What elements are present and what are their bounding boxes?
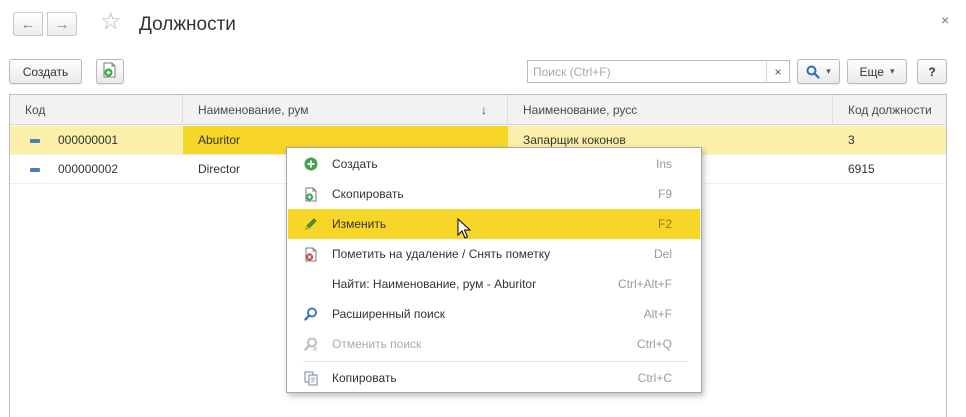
cell-code: 000000002 (58, 162, 119, 176)
menu-separator (303, 361, 687, 362)
menu-item-copy[interactable]: Копировать Ctrl+C (288, 363, 700, 393)
context-menu: Создать Ins Скопировать F9 Изменить F2 П… (286, 147, 702, 393)
advanced-search-icon (304, 307, 318, 321)
chevron-down-icon: ▾ (826, 66, 831, 76)
row-item-icon (30, 139, 40, 143)
column-header-code[interactable]: Код (10, 95, 183, 125)
page-title: Должности (139, 14, 236, 35)
menu-item-mark-delete[interactable]: Пометить на удаление / Снять пометку Del (288, 239, 700, 269)
cell-position-code: 3 (848, 133, 855, 147)
cell-position-code: 6915 (848, 162, 875, 176)
cell-code: 000000001 (58, 133, 119, 147)
row-item-icon (30, 168, 40, 172)
menu-item-advanced-search[interactable]: Расширенный поиск Alt+F (288, 299, 700, 329)
menu-item-cancel-search[interactable]: Отменить поиск Ctrl+Q (288, 329, 700, 359)
clear-icon: × (774, 64, 782, 79)
create-button-label: Создать (22, 64, 69, 79)
add-icon (304, 157, 318, 171)
mouse-cursor-icon (457, 218, 471, 239)
sort-descending-icon: ↓ (481, 103, 487, 117)
mark-delete-icon (304, 247, 318, 261)
search-button[interactable]: ▾ (797, 59, 840, 84)
menu-item-duplicate[interactable]: Скопировать F9 (288, 179, 700, 209)
menu-item-create[interactable]: Создать Ins (288, 149, 700, 179)
more-button-label: Еще (859, 64, 884, 79)
help-button[interactable]: ? (917, 59, 947, 84)
menu-item-find-by-value[interactable]: Найти: Наименование, рум - Aburitor Ctrl… (288, 269, 700, 299)
create-button[interactable]: Создать (9, 59, 82, 84)
search-clear-button[interactable]: × (766, 61, 789, 82)
chevron-down-icon: ▾ (889, 66, 895, 76)
document-add-icon (103, 62, 117, 81)
clipboard-copy-icon (304, 371, 318, 385)
search-icon (806, 65, 820, 79)
column-header-position-code[interactable]: Код должности (833, 95, 946, 125)
search-input[interactable] (528, 61, 766, 82)
menu-item-edit[interactable]: Изменить F2 (288, 209, 700, 239)
cancel-search-icon (304, 337, 318, 351)
back-button[interactable]: ← (13, 12, 43, 36)
edit-pencil-icon (304, 217, 318, 231)
more-button[interactable]: Еще ▾ (847, 59, 907, 84)
forward-button[interactable]: → (47, 12, 77, 36)
help-button-label: ? (928, 64, 936, 79)
table-header: Код Наименование, рум ↓ Наименование, ру… (10, 95, 946, 125)
search-field: × (527, 60, 790, 83)
column-header-name-rum[interactable]: Наименование, рум ↓ (183, 95, 508, 125)
arrow-left-icon: ← (20, 15, 36, 33)
arrow-right-icon: → (54, 15, 70, 33)
create-copy-button[interactable] (96, 59, 124, 84)
copy-item-icon (304, 187, 318, 201)
favorite-star-icon[interactable]: ☆ (100, 10, 122, 34)
column-header-name-rus[interactable]: Наименование, русс (508, 95, 833, 125)
close-icon[interactable]: × (941, 12, 949, 28)
